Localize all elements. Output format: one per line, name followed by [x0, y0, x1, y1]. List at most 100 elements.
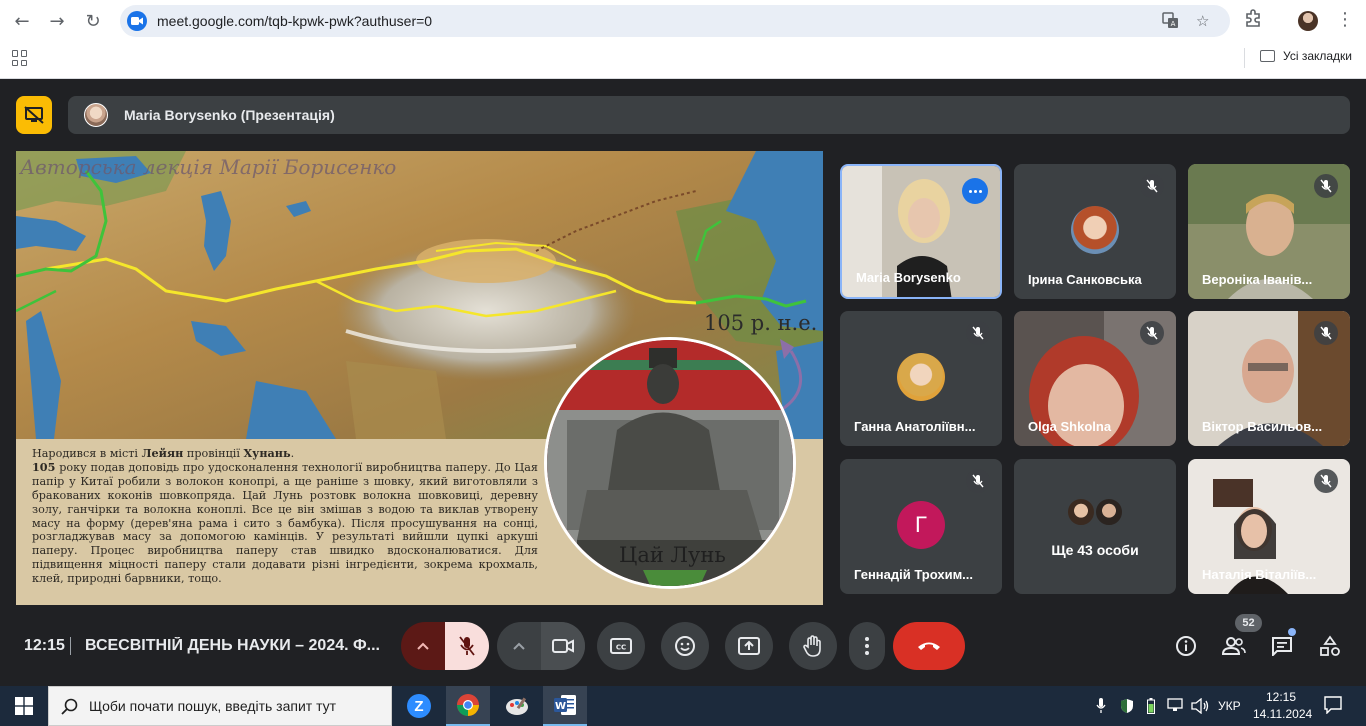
mic-off-icon — [459, 636, 475, 656]
search-icon — [61, 698, 78, 715]
url-text[interactable]: meet.google.com/tqb-kpwk-pwk?authuser=0 — [157, 13, 432, 29]
all-bookmarks-button[interactable]: Усі закладки — [1260, 49, 1352, 63]
audio-options-button[interactable] — [401, 622, 445, 670]
present-now-button[interactable] — [725, 622, 773, 670]
time-divider — [70, 637, 71, 655]
slide-header: Авторська лекція Марії Борисенко — [20, 155, 397, 179]
svg-text:W: W — [555, 701, 566, 712]
video-options-button[interactable] — [497, 622, 541, 670]
phone-hangup-icon — [918, 642, 940, 650]
profile-avatar[interactable] — [1298, 11, 1318, 31]
start-button[interactable] — [0, 686, 48, 726]
clock-date[interactable]: 14.11.2024 — [1253, 707, 1312, 721]
more-vert-icon — [865, 637, 869, 655]
chevron-up-icon — [417, 642, 429, 650]
captions-button[interactable]: CC — [597, 622, 645, 670]
text-run: Народився в місті — [32, 447, 142, 460]
chrome-app-icon[interactable] — [446, 686, 490, 726]
participant-name: Віктор Васильов... — [1202, 419, 1323, 434]
mic-off-icon — [966, 321, 990, 345]
taskbar-search[interactable]: Щоби почати пошук, введіть запит тут — [48, 686, 392, 726]
translate-icon[interactable]: A — [1162, 12, 1179, 33]
presentation-off-icon — [24, 106, 44, 124]
input-language[interactable]: УКР — [1218, 699, 1241, 713]
mic-toggle-button[interactable] — [445, 622, 489, 670]
activities-button[interactable] — [1317, 633, 1343, 659]
info-icon — [1176, 636, 1196, 656]
clock-time[interactable]: 12:15 — [1266, 690, 1296, 704]
browser-menu-icon[interactable]: ⋮ — [1336, 9, 1354, 30]
unread-indicator — [1288, 628, 1296, 636]
search-placeholder: Щоби почати пошук, введіть запит тут — [89, 698, 337, 714]
chevron-up-icon — [513, 642, 525, 650]
chat-button[interactable] — [1269, 633, 1295, 659]
presentation-slide: Авторська лекція Марії Борисенко 105 р. … — [16, 151, 823, 605]
participant-tile[interactable]: Вероніка Іванів... — [1188, 164, 1350, 299]
participant-name: Ганна Анатоліївн... — [854, 419, 976, 434]
camera-control[interactable] — [497, 622, 585, 670]
reactions-button[interactable] — [661, 622, 709, 670]
participant-name: Maria Borysenko — [856, 270, 961, 285]
camera-toggle-button[interactable] — [541, 622, 585, 670]
microphone-control[interactable] — [401, 622, 489, 670]
meet-site-icon[interactable] — [127, 11, 147, 31]
browser-toolbar: ← → ↻ meet.google.com/tqb-kpwk-pwk?authu… — [0, 0, 1366, 79]
extensions-icon[interactable] — [1244, 9, 1262, 32]
participant-avatar — [897, 353, 945, 401]
bookmarks-divider — [1244, 48, 1245, 68]
participant-avatar — [1066, 497, 1096, 527]
participant-name: Геннадій Трохим... — [854, 567, 974, 582]
text-run-bold: Лейян — [141, 446, 184, 460]
participant-tile[interactable]: Maria Borysenko — [840, 164, 1002, 299]
back-icon[interactable]: ← — [9, 8, 35, 34]
emoji-icon — [675, 636, 695, 656]
participant-tile[interactable]: Ірина Санковська — [1014, 164, 1176, 299]
participants-count-badge: 52 — [1235, 614, 1262, 632]
more-options-icon[interactable] — [962, 178, 988, 204]
presenter-banner: Maria Borysenko (Презентація) — [68, 96, 1350, 134]
bookmarks-label: Усі закладки — [1283, 49, 1353, 63]
mic-off-icon — [1314, 469, 1338, 493]
word-app-icon[interactable]: W — [543, 686, 587, 726]
mic-off-icon — [966, 469, 990, 493]
participant-tile[interactable]: Olga Shkolna — [1014, 311, 1176, 446]
address-bar[interactable]: meet.google.com/tqb-kpwk-pwk?authuser=0 … — [120, 5, 1230, 37]
volume-icon[interactable] — [1191, 697, 1209, 718]
mic-off-icon — [1314, 321, 1338, 345]
others-tile[interactable]: Ще 43 особи — [1014, 459, 1176, 594]
svg-text:CC: CC — [616, 644, 626, 652]
text-run-bold: Хунань — [243, 446, 291, 460]
participant-tile[interactable]: Віктор Васильов... — [1188, 311, 1350, 446]
paint-app-icon[interactable] — [495, 686, 539, 726]
text-run-bold: 105 — [32, 459, 56, 474]
participant-tile[interactable]: Г Геннадій Трохим... — [840, 459, 1002, 594]
reload-icon[interactable]: ↻ — [80, 8, 106, 34]
leave-call-button[interactable] — [893, 622, 965, 670]
meeting-details-button[interactable] — [1173, 633, 1199, 659]
portrait-caption: Цай Лунь — [619, 543, 726, 567]
microphone-tray-icon[interactable] — [1096, 698, 1106, 718]
more-options-button[interactable] — [849, 622, 885, 670]
security-shield-icon[interactable] — [1120, 698, 1134, 718]
stop-presenting-button[interactable] — [16, 96, 52, 134]
forward-icon[interactable]: → — [44, 8, 70, 34]
raise-hand-button[interactable] — [789, 622, 837, 670]
people-button[interactable] — [1221, 633, 1247, 659]
apps-grid-icon[interactable] — [12, 50, 28, 66]
network-icon[interactable] — [1167, 698, 1183, 716]
text-run: провінції — [183, 447, 244, 460]
participant-name: Наталія Віталіїв... — [1202, 567, 1317, 582]
participant-tile[interactable]: Ганна Анатоліївн... — [840, 311, 1002, 446]
text-run: . — [290, 447, 295, 460]
participant-avatar: Г — [897, 501, 945, 549]
battery-icon[interactable] — [1147, 698, 1155, 718]
participant-tile[interactable]: Наталія Віталіїв... — [1188, 459, 1350, 594]
windows-logo-icon — [15, 697, 33, 715]
zoom-app-icon[interactable]: Z — [397, 686, 441, 726]
folder-icon — [1260, 50, 1275, 62]
notifications-icon[interactable] — [1324, 696, 1342, 718]
camera-icon — [552, 639, 574, 653]
activities-icon — [1320, 635, 1340, 656]
bookmark-star-icon[interactable]: ☆ — [1196, 12, 1209, 30]
participant-name: Вероніка Іванів... — [1202, 272, 1313, 287]
